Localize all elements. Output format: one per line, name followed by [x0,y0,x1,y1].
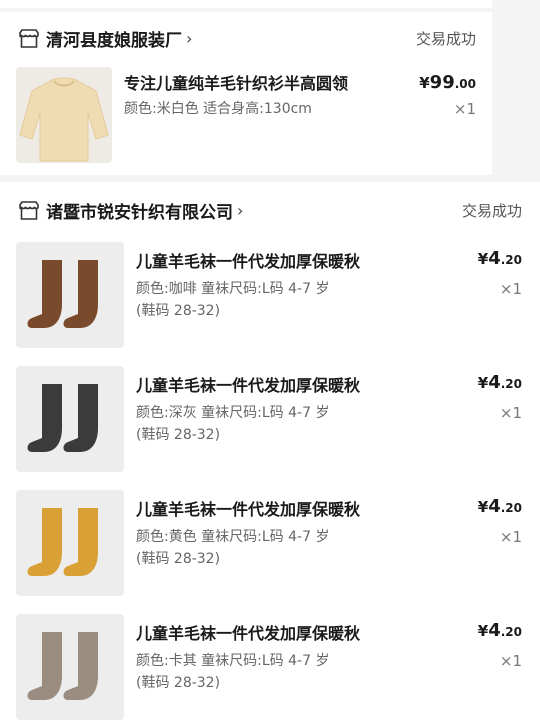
product-spec-size: (鞋码 28-32) [136,551,221,567]
order-status: 交易成功 [461,202,522,220]
product-title[interactable]: 儿童羊毛袜一件代发加厚保暖秋 [136,620,360,644]
price-integer: 99 [429,72,455,93]
chevron-right-icon: › [186,29,193,48]
price-decimal: .20 [500,501,522,515]
price-decimal: .20 [500,625,522,639]
product-spec-size: (鞋码 28-32) [136,675,221,691]
product-price: ¥4.20 [478,372,522,393]
product-price: ¥99.00 [419,72,476,93]
product-price: ¥4.20 [478,496,522,517]
price-decimal: .20 [500,377,522,391]
product-title[interactable]: 儿童羊毛袜一件代发加厚保暖秋 [136,248,360,272]
product-title[interactable]: 专注儿童纯羊毛针织衫半高圆领 [124,70,348,94]
price-integer: 4 [488,372,501,393]
product-title[interactable]: 儿童羊毛袜一件代发加厚保暖秋 [136,372,360,396]
product-quantity: ×1 [499,652,522,670]
product-quantity: ×1 [453,100,476,118]
product-spec-size: (鞋码 28-32) [136,427,221,443]
currency-symbol: ¥ [477,250,489,268]
socks-image [16,242,124,348]
product-thumbnail[interactable] [16,242,124,348]
product-spec: 颜色:咖啡 童袜尺码:L码 4-7 岁 [136,281,330,297]
price-integer: 4 [488,620,501,641]
order-status: 交易成功 [415,30,476,48]
store-icon [19,200,39,220]
product-spec: 颜色:米白色 适合身高:130cm [124,101,312,117]
product-thumbnail[interactable] [16,67,112,163]
product-quantity: ×1 [499,280,522,298]
previous-card-edge [0,0,492,8]
product-thumbnail[interactable] [16,490,124,596]
product-spec: 颜色:深灰 童袜尺码:L码 4-7 岁 [136,405,330,421]
product-spec: 颜色:黄色 童袜尺码:L码 4-7 岁 [136,529,330,545]
product-title[interactable]: 儿童羊毛袜一件代发加厚保暖秋 [136,496,360,520]
product-thumbnail[interactable] [16,614,124,720]
shop-header[interactable]: 清河县度娘服装厂 › [18,26,192,51]
currency-symbol: ¥ [477,622,489,640]
order-card: 诸暨市锐安针织有限公司 › 交易成功 儿童羊毛袜一件代发加厚保暖秋 颜色:咖啡 … [0,182,540,720]
product-price: ¥4.20 [478,620,522,641]
product-thumbnail[interactable] [16,366,124,472]
order-card: 清河县度娘服装厂 › 交易成功 专注儿童纯羊毛针织衫半高圆领 颜色:米白色 适合… [0,12,492,175]
product-quantity: ×1 [499,528,522,546]
currency-symbol: ¥ [477,374,489,392]
price-decimal: .00 [454,77,476,91]
currency-symbol: ¥ [419,74,430,92]
sweater-image [16,67,112,163]
shop-name[interactable]: 诸暨市锐安针织有限公司 [46,198,233,223]
store-icon [19,28,39,48]
product-spec: 颜色:卡其 童袜尺码:L码 4-7 岁 [136,653,330,669]
socks-image [16,614,124,720]
shop-name[interactable]: 清河县度娘服装厂 [46,26,182,51]
shop-header[interactable]: 诸暨市锐安针织有限公司 › [18,198,243,223]
price-integer: 4 [488,248,501,269]
product-quantity: ×1 [499,404,522,422]
product-spec-size: (鞋码 28-32) [136,303,221,319]
socks-image [16,490,124,596]
price-decimal: .20 [500,253,522,267]
product-price: ¥4.20 [478,248,522,269]
chevron-right-icon: › [237,201,244,220]
price-integer: 4 [488,496,501,517]
currency-symbol: ¥ [477,498,489,516]
socks-image [16,366,124,472]
